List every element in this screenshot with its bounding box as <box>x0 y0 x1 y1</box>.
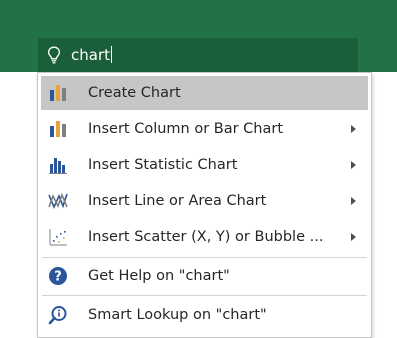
menu-item-label: Insert Line or Area Chart <box>88 193 267 209</box>
menu-item-insert-line-area-chart[interactable]: Insert Line or Area Chart <box>41 184 368 218</box>
menu-separator <box>42 295 367 296</box>
menu-item-label: Create Chart <box>88 85 181 101</box>
search-query-text: chart <box>71 46 112 64</box>
menu-item-insert-scatter-bubble-chart[interactable]: Insert Scatter (X, Y) or Bubble ... <box>41 220 368 254</box>
menu-item-label: Get Help on "chart" <box>88 268 230 284</box>
tell-me-search-box[interactable]: chart <box>38 38 358 72</box>
menu-item-insert-column-bar-chart[interactable]: Insert Column or Bar Chart <box>41 112 368 146</box>
lightbulb-icon <box>47 46 61 64</box>
search-results-dropdown: Create Chart Insert Column or Bar Chart … <box>37 72 372 338</box>
menu-item-insert-statistic-chart[interactable]: Insert Statistic Chart <box>41 148 368 182</box>
menu-item-smart-lookup[interactable]: Smart Lookup on "chart" <box>41 298 368 332</box>
smart-lookup-icon <box>48 306 67 325</box>
menu-item-create-chart[interactable]: Create Chart <box>41 76 368 110</box>
column-bar-chart-icon <box>50 121 66 137</box>
text-caret <box>111 46 112 63</box>
statistic-chart-icon <box>49 158 67 174</box>
submenu-arrow-icon <box>351 161 356 169</box>
submenu-arrow-icon <box>351 197 356 205</box>
ribbon-bar: chart <box>0 0 397 72</box>
column-chart-icon <box>50 85 66 101</box>
svg-text:?: ? <box>54 270 62 285</box>
menu-separator <box>42 257 367 258</box>
menu-item-label: Smart Lookup on "chart" <box>88 307 267 323</box>
menu-item-label: Insert Statistic Chart <box>88 157 238 173</box>
scatter-chart-icon <box>49 229 67 246</box>
line-area-chart-icon <box>48 192 68 210</box>
menu-item-label: Insert Scatter (X, Y) or Bubble ... <box>88 229 324 245</box>
menu-item-label: Insert Column or Bar Chart <box>88 121 284 137</box>
help-icon: ? <box>49 267 67 285</box>
submenu-arrow-icon <box>351 233 356 241</box>
menu-item-get-help[interactable]: ? Get Help on "chart" <box>41 259 368 293</box>
submenu-arrow-icon <box>351 125 356 133</box>
